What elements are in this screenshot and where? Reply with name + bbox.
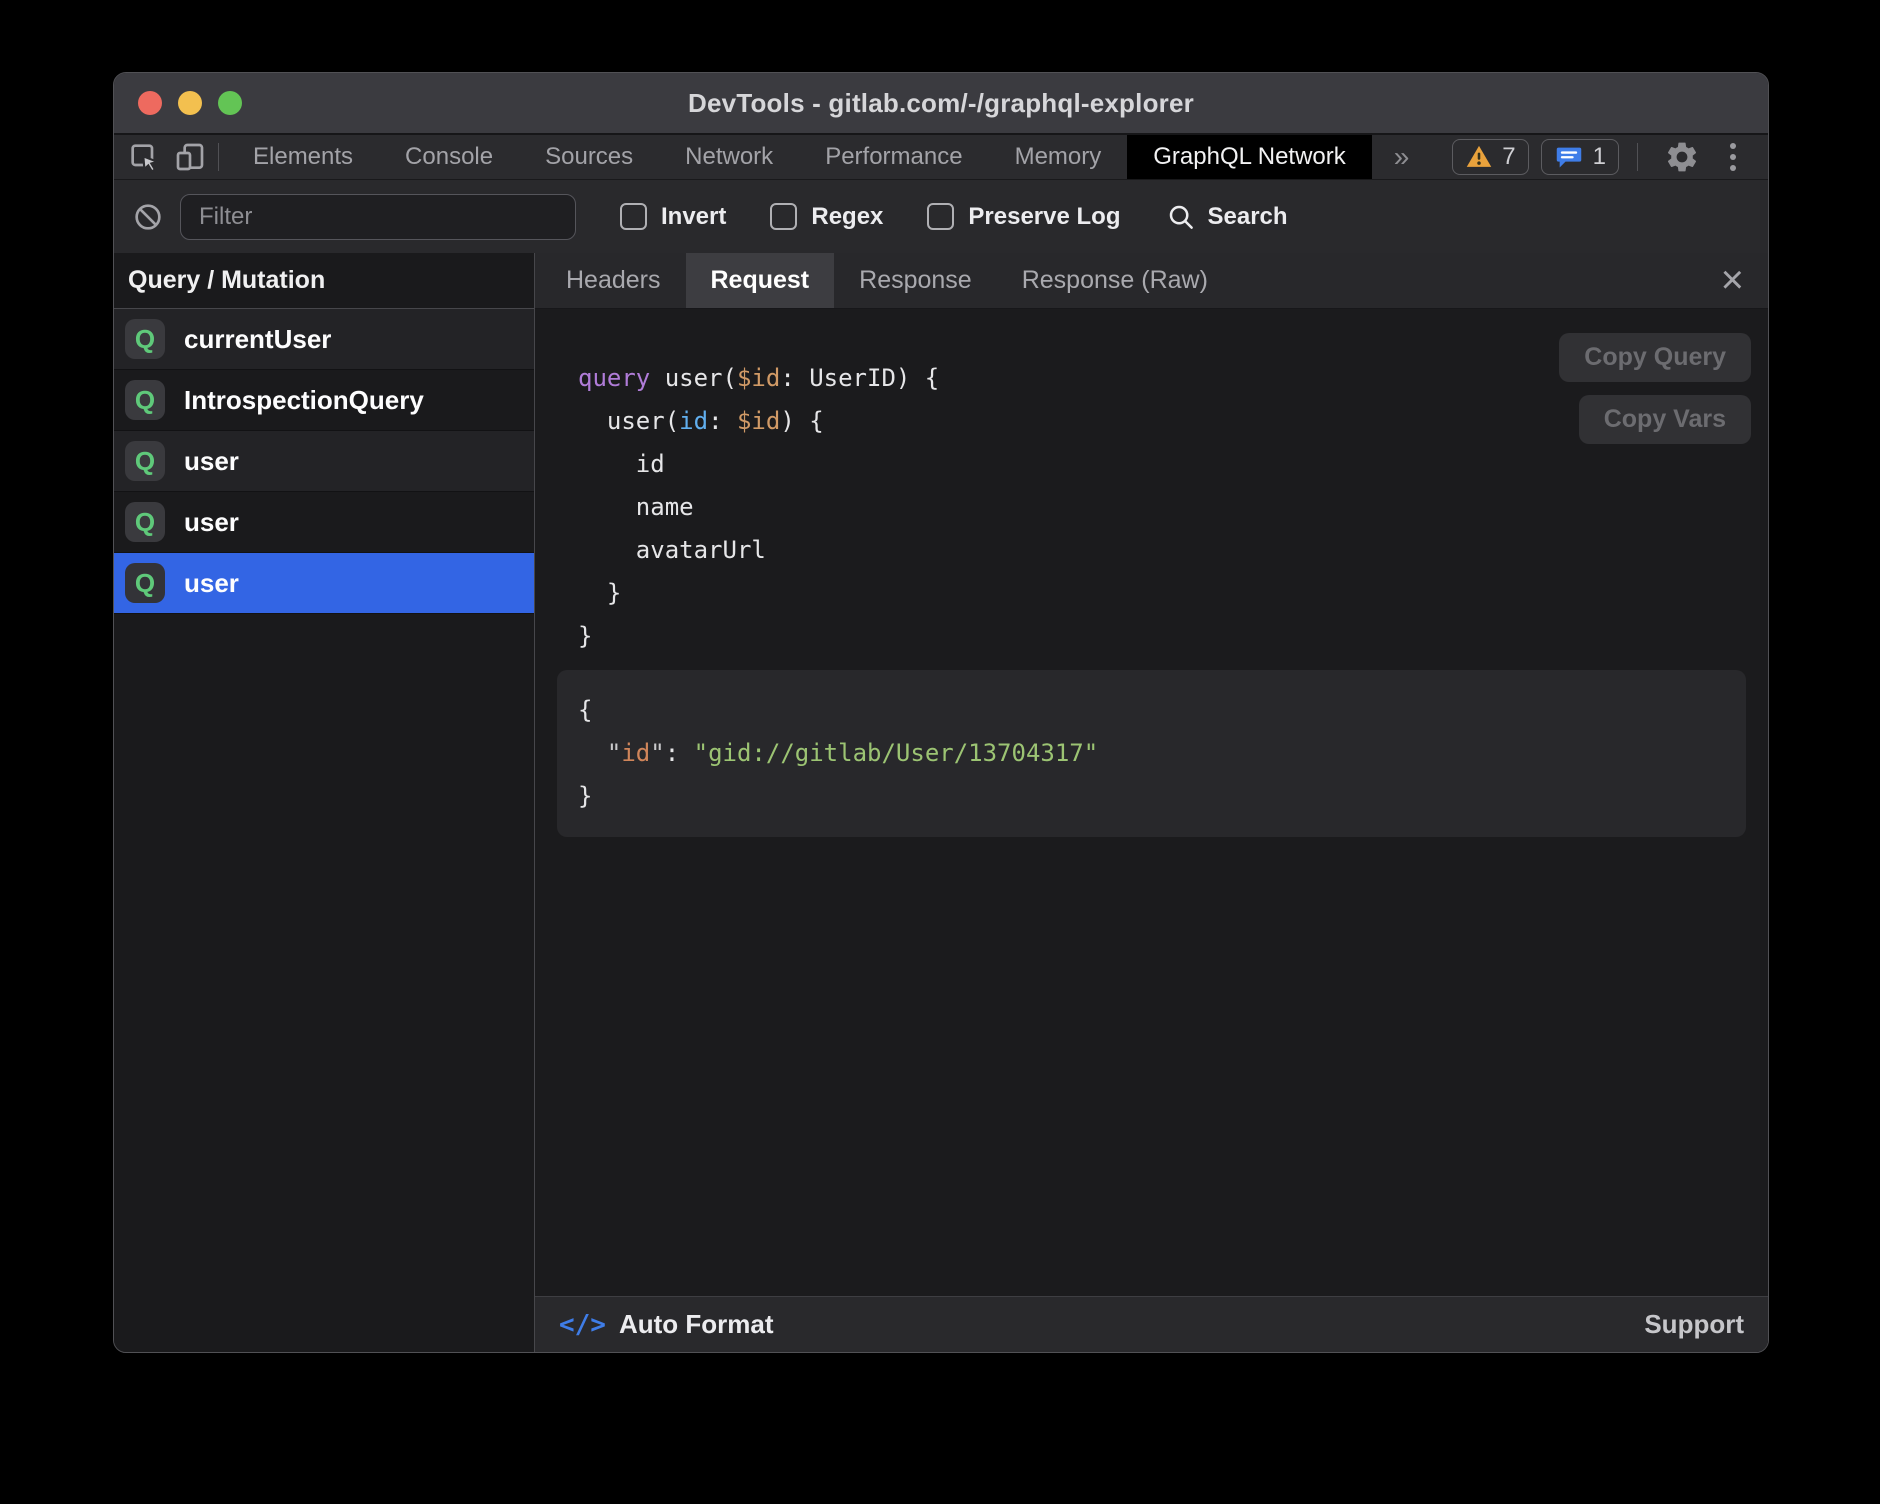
- tab-elements[interactable]: Elements: [227, 135, 379, 179]
- query-list: Q currentUser Q IntrospectionQuery Q use…: [114, 309, 534, 1352]
- query-row-user-1[interactable]: Q user: [114, 431, 534, 492]
- tab-sources[interactable]: Sources: [519, 135, 659, 179]
- query-type-badge: Q: [125, 502, 165, 542]
- regex-checkbox-group: Regex: [770, 203, 883, 231]
- panel-tabs: Elements Console Sources Network Perform…: [227, 135, 1372, 179]
- copy-buttons: Copy Query Copy Vars: [1559, 333, 1751, 444]
- request-body: Copy Query Copy Vars query user($id: Use…: [535, 309, 1768, 1296]
- detail-pane: Headers Request Response Response (Raw) …: [535, 253, 1768, 1352]
- more-options-menu-icon[interactable]: [1720, 143, 1746, 171]
- regex-checkbox[interactable]: [770, 203, 797, 230]
- devtools-window: DevTools - gitlab.com/-/graphql-explorer…: [113, 72, 1769, 1353]
- tab-graphql-network[interactable]: GraphQL Network: [1127, 135, 1372, 179]
- traffic-lights: [138, 73, 242, 133]
- copy-query-button[interactable]: Copy Query: [1559, 333, 1751, 382]
- auto-format-button[interactable]: </> Auto Format: [559, 1309, 774, 1340]
- query-type-badge: Q: [125, 441, 165, 481]
- issues-count: 1: [1593, 143, 1606, 171]
- toolbar-divider: [218, 143, 219, 171]
- device-toolbar-icon[interactable]: [174, 141, 206, 173]
- search-control[interactable]: Search: [1166, 202, 1287, 232]
- request-variables-box: { "id": "gid://gitlab/User/13704317"}: [557, 670, 1746, 837]
- invert-label: Invert: [661, 203, 726, 231]
- filter-input[interactable]: [180, 194, 576, 240]
- query-row-currentuser[interactable]: Q currentUser: [114, 309, 534, 370]
- detail-footer: </> Auto Format Support: [535, 1296, 1768, 1352]
- close-detail-icon[interactable]: ×: [1697, 253, 1768, 308]
- status-badges: 7 1: [1452, 135, 1768, 179]
- warning-icon: [1465, 143, 1493, 171]
- detail-tab-bar: Headers Request Response Response (Raw) …: [535, 253, 1768, 309]
- invert-checkbox[interactable]: [620, 203, 647, 230]
- sidebar-header: Query / Mutation: [114, 253, 534, 309]
- minimize-window-button[interactable]: [178, 91, 202, 115]
- more-tabs-chevron-icon[interactable]: »: [1372, 135, 1432, 179]
- badge-divider: [1637, 143, 1638, 171]
- filter-bar: Invert Regex Preserve Log Search: [114, 179, 1768, 253]
- devtools-tab-bar: Elements Console Sources Network Perform…: [114, 133, 1768, 179]
- code-brackets-icon: </>: [559, 1310, 606, 1340]
- tab-memory[interactable]: Memory: [989, 135, 1128, 179]
- toolbar-icons: [128, 135, 216, 179]
- zoom-window-button[interactable]: [218, 91, 242, 115]
- query-row-user-2[interactable]: Q user: [114, 492, 534, 553]
- preserve-log-checkbox-group: Preserve Log: [927, 203, 1120, 231]
- inspect-element-icon[interactable]: [128, 141, 160, 173]
- regex-label: Regex: [811, 203, 883, 231]
- issues-badge[interactable]: 1: [1541, 139, 1619, 175]
- settings-gear-icon[interactable]: [1656, 139, 1708, 175]
- window-title: DevTools - gitlab.com/-/graphql-explorer: [688, 88, 1194, 119]
- warnings-badge[interactable]: 7: [1452, 139, 1528, 175]
- search-icon: [1166, 202, 1196, 232]
- search-label: Search: [1207, 203, 1287, 231]
- tab-headers[interactable]: Headers: [541, 253, 686, 308]
- query-row-user-3-selected[interactable]: Q user: [114, 553, 534, 614]
- preserve-log-checkbox[interactable]: [927, 203, 954, 230]
- support-link[interactable]: Support: [1644, 1309, 1744, 1340]
- warning-count: 7: [1502, 143, 1515, 171]
- tab-request[interactable]: Request: [686, 253, 835, 308]
- tab-network[interactable]: Network: [659, 135, 799, 179]
- query-row-introspectionquery[interactable]: Q IntrospectionQuery: [114, 370, 534, 431]
- copy-vars-button[interactable]: Copy Vars: [1579, 395, 1751, 444]
- query-sidebar: Query / Mutation Q currentUser Q Introsp…: [114, 253, 535, 1352]
- tab-response-raw[interactable]: Response (Raw): [997, 253, 1233, 308]
- tab-performance[interactable]: Performance: [799, 135, 988, 179]
- tab-console[interactable]: Console: [379, 135, 519, 179]
- block-clear-icon[interactable]: [132, 201, 164, 233]
- preserve-log-label: Preserve Log: [968, 203, 1120, 231]
- query-type-badge: Q: [125, 563, 165, 603]
- message-bubble-icon: [1554, 143, 1584, 171]
- query-type-badge: Q: [125, 380, 165, 420]
- query-type-badge: Q: [125, 319, 165, 359]
- title-bar: DevTools - gitlab.com/-/graphql-explorer: [114, 73, 1768, 133]
- tab-response[interactable]: Response: [834, 253, 997, 308]
- close-window-button[interactable]: [138, 91, 162, 115]
- invert-checkbox-group: Invert: [620, 203, 726, 231]
